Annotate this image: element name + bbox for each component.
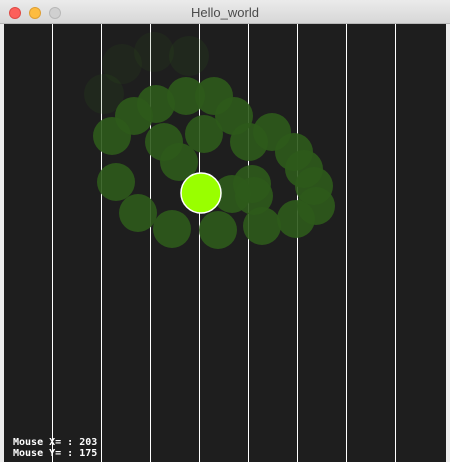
trail-circle (119, 194, 157, 232)
trail-circle (243, 207, 281, 245)
trail-circle (134, 32, 174, 72)
sketch-drawing (52, 24, 396, 462)
trail-circle (199, 211, 237, 249)
window-title: Hello_world (191, 5, 259, 20)
trail-circle (277, 200, 315, 238)
cursor-circle (180, 172, 222, 214)
trail-circle (169, 36, 209, 76)
mouse-y-readout: Mouse Y= : 175 (13, 448, 98, 459)
mouse-x-readout: Mouse X= : 203 (13, 437, 98, 448)
trail-circle (185, 115, 223, 153)
sketch-canvas[interactable]: Mouse X= : 203 Mouse Y= : 175 (4, 24, 446, 462)
trail-circle (153, 210, 191, 248)
trail-circle (97, 163, 135, 201)
window-titlebar[interactable]: Hello_world (0, 0, 450, 24)
